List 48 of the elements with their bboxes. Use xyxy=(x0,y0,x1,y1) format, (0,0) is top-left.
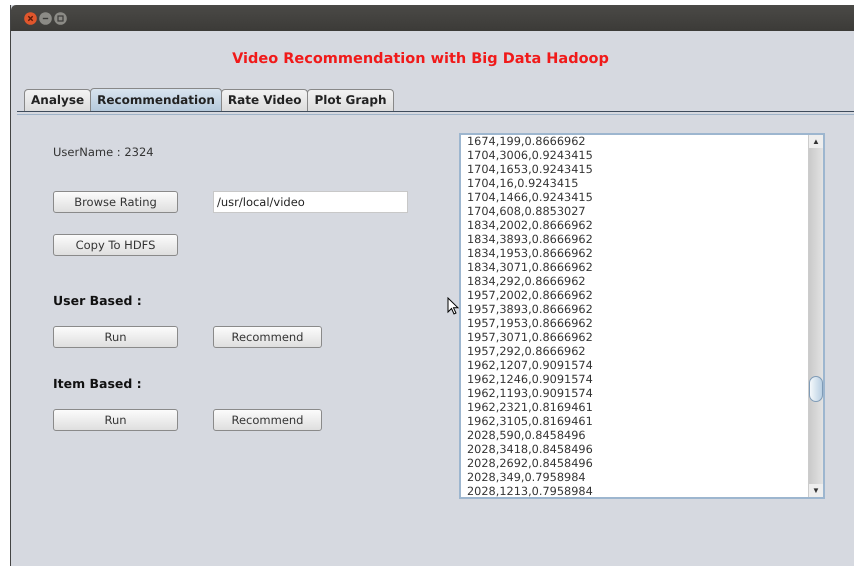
scroll-thumb[interactable] xyxy=(809,376,823,402)
close-icon[interactable] xyxy=(24,12,37,24)
result-line: 1962,1193,0.9091574 xyxy=(467,387,594,401)
scroll-up-button[interactable]: ▲ xyxy=(809,135,823,148)
result-line: 1962,3105,0.8169461 xyxy=(467,415,594,429)
minimize-icon[interactable] xyxy=(39,12,52,24)
tab[interactable]: Rate Video xyxy=(220,89,308,111)
maximize-icon[interactable] xyxy=(54,12,67,24)
result-line: 1834,1953,0.8666962 xyxy=(467,247,594,261)
result-line: 2028,2692,0.8458496 xyxy=(467,457,594,471)
result-line: 2028,349,0.7958984 xyxy=(467,471,587,485)
recommend-button[interactable]: Recommend xyxy=(213,409,322,431)
result-line: 1834,3893,0.8666962 xyxy=(467,233,594,247)
result-line: 1834,2002,0.8666962 xyxy=(467,219,594,233)
result-line: 1962,2321,0.8169461 xyxy=(467,401,594,415)
result-line: 2028,1213,0.7958984 xyxy=(467,485,594,497)
run-button[interactable]: Run xyxy=(53,409,178,431)
result-line: 1957,3893,0.8666962 xyxy=(467,303,594,317)
result-line: 1704,1653,0.9243415 xyxy=(467,163,594,177)
username-label: UserName : 2324 xyxy=(53,145,154,159)
result-line: 2028,590,0.8458496 xyxy=(467,429,587,443)
result-line: 1834,3071,0.8666962 xyxy=(467,261,594,275)
copy-to-hdfs-button[interactable]: Copy To HDFS xyxy=(53,234,178,256)
app-title: Video Recommendation with Big Data Hadoop xyxy=(231,51,610,69)
scroll-down-button[interactable]: ▼ xyxy=(809,484,823,497)
result-line: 1704,3006,0.9243415 xyxy=(467,149,594,163)
result-line: 1957,292,0.8666962 xyxy=(467,345,587,359)
result-line: 1957,3071,0.8666962 xyxy=(467,331,594,345)
result-line: 1962,1246,0.9091574 xyxy=(467,373,594,387)
result-line: 1957,2002,0.8666962 xyxy=(467,289,594,303)
section-heading: User Based : xyxy=(53,293,142,308)
result-line: 1704,16,0.9243415 xyxy=(467,177,580,191)
result-line: 1704,1466,0.9243415 xyxy=(467,191,594,205)
result-line: 1704,608,0.8853027 xyxy=(467,205,587,219)
scrollbar[interactable]: ▲ ▼ xyxy=(808,135,823,497)
result-line: 1957,1953,0.8666962 xyxy=(467,317,594,331)
tab[interactable]: Plot Graph xyxy=(307,89,394,111)
tab[interactable]: Recommendation xyxy=(90,88,222,111)
browse-rating-button[interactable]: Browse Rating xyxy=(53,191,178,213)
result-line: 1674,199,0.8666962 xyxy=(467,135,587,149)
path-field[interactable]: /usr/local/video xyxy=(213,191,408,213)
result-line: 1962,1207,0.9091574 xyxy=(467,359,594,373)
section-heading: Item Based : xyxy=(53,376,142,391)
run-button[interactable]: Run xyxy=(53,326,178,348)
recommend-button[interactable]: Recommend xyxy=(213,326,322,348)
result-line: 1834,292,0.8666962 xyxy=(467,275,587,289)
tab[interactable]: Analyse xyxy=(24,89,92,111)
result-line: 2028,3418,0.8458496 xyxy=(467,443,594,457)
